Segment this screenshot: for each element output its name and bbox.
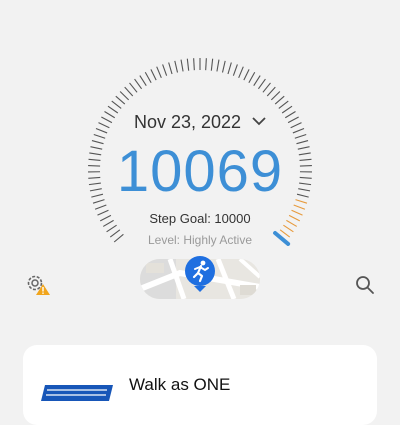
date-label: Nov 23, 2022: [134, 112, 241, 132]
dial-tick: [163, 64, 167, 75]
dial-tick: [181, 60, 183, 72]
dial-tick: [206, 58, 207, 70]
dial-tick: [294, 205, 305, 209]
dial-tick: [116, 96, 125, 104]
dial-tick: [249, 72, 255, 82]
dial-tick: [217, 60, 219, 72]
dial-tick: [135, 79, 142, 89]
dial-tick: [254, 76, 260, 86]
dial-tick: [130, 83, 138, 92]
dial-tick: [263, 83, 271, 92]
step-count: 10069: [0, 138, 400, 205]
dial-tick: [120, 92, 129, 100]
dial-tick: [271, 92, 280, 100]
dial-tick: [244, 69, 249, 80]
dial-tick: [228, 62, 231, 74]
dial-tick: [169, 62, 172, 74]
dial-tick: [151, 69, 156, 80]
dial-tick: [194, 58, 195, 70]
dial-tick: [283, 225, 293, 232]
dial-tick: [140, 76, 146, 86]
dial-tick: [275, 96, 284, 104]
dial-tick: [258, 79, 265, 89]
date-selector[interactable]: Nov 23, 2022: [0, 110, 400, 133]
dial-tick: [223, 61, 226, 73]
dial-tick: [239, 67, 244, 78]
activity-level: Level: Highly Active: [0, 233, 400, 247]
settings-warning-icon[interactable]: [24, 272, 52, 296]
dial-tick: [107, 225, 117, 232]
dial-tick: [175, 61, 178, 73]
dial-tick: [157, 67, 162, 78]
dial-tick: [145, 72, 151, 82]
step-goal: Step Goal: 10000: [0, 211, 400, 226]
dial-tick: [125, 87, 133, 96]
dial-tick: [95, 205, 106, 209]
dial-tick: [279, 101, 288, 108]
running-person-icon[interactable]: [181, 255, 219, 293]
search-icon[interactable]: [354, 274, 376, 296]
dial-tick: [267, 87, 275, 96]
sato-logo: [41, 383, 115, 403]
dial-tick: [211, 59, 212, 71]
dial-tick: [112, 101, 121, 108]
card-title: Walk as ONE: [129, 375, 230, 395]
dial-tick: [187, 59, 188, 71]
dial-tick: [233, 64, 237, 75]
walk-as-one-card[interactable]: Walk as ONE: [23, 345, 377, 425]
chevron-down-icon: [252, 110, 266, 131]
